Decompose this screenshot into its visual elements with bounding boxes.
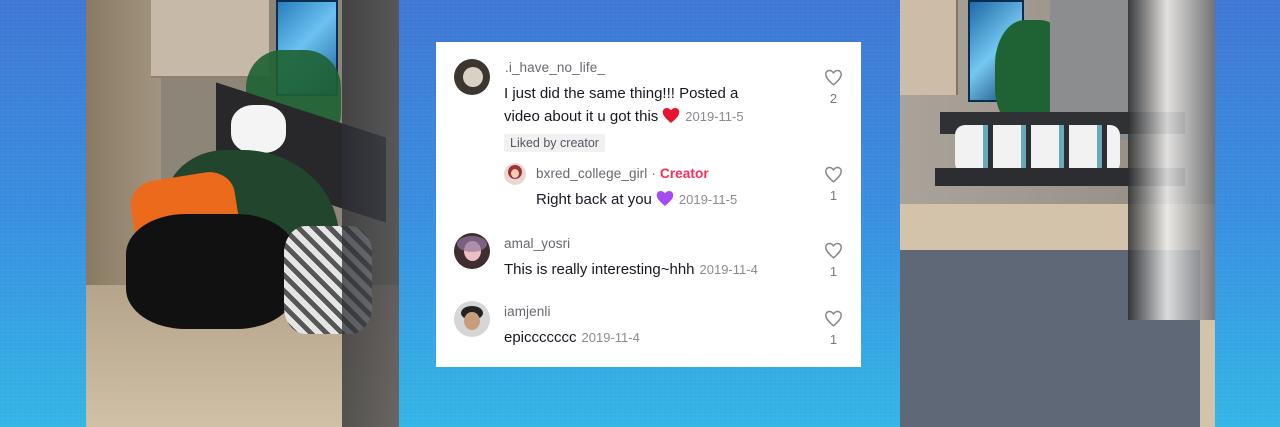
like-control[interactable]: 1 [824,166,843,203]
comment-text-line: epiccccccc 2019-11-4 [504,326,640,349]
user-avatar[interactable] [454,59,490,95]
reply-username-line: bxred_college_girl · Creator [536,166,709,181]
avatar-hair-detail [457,236,487,252]
dark-chair [342,0,399,427]
comment-text-line: This is really interesting~hhh 2019-11-4 [504,258,758,281]
like-count: 2 [829,91,838,106]
avatar-face-detail [463,67,483,87]
comment-date: 2019-11-5 [685,109,744,124]
like-control[interactable]: 1 [824,242,843,279]
comment-text: epiccccccc [504,329,577,346]
like-count: 1 [829,188,838,203]
creator-label: Creator [659,166,709,181]
heart-outline-icon[interactable] [824,310,843,327]
like-control[interactable]: 1 [824,310,843,347]
comment-text: This is really interesting~hhh [504,261,695,278]
heart-outline-icon[interactable] [824,242,843,259]
comment-username[interactable]: iamjenli [504,304,551,319]
reply-username[interactable]: bxred_college_girl [536,166,647,181]
left-closet-photo [86,0,399,427]
reply-date: 2019-11-5 [678,192,738,207]
comment-date: 2019-11-4 [699,262,758,277]
avatar-face-detail [464,312,480,330]
creator-avatar[interactable] [504,163,526,185]
avatar-face-detail [511,169,519,178]
reply-item: bxred_college_girl · Creator Right back at… [436,157,861,222]
like-control[interactable]: 2 [824,69,843,106]
comment-username[interactable]: .i_have_no_life_ [505,60,605,75]
comment-item: amal_yosri This is really interesting~hh… [436,222,861,289]
right-closet-photo [900,0,1215,427]
user-avatar[interactable] [454,301,490,337]
heart-outline-icon[interactable] [824,166,843,183]
storage-box [900,0,958,95]
purple-heart-emoji [656,191,674,206]
comment-username[interactable]: amal_yosri [504,236,570,251]
like-count: 1 [829,264,838,279]
user-avatar[interactable] [454,233,490,269]
comment-text-line-two: video about it u got this [504,108,659,125]
comment-item: .i_have_no_life_ I just did the same thi… [436,42,861,157]
heart-outline-icon[interactable] [824,69,843,86]
liked-by-creator-badge: Liked by creator [504,134,605,152]
red-heart-emoji [663,108,680,123]
white-shoes [231,105,286,153]
comment-date: 2019-11-4 [581,330,640,345]
collage-screen: .i_have_no_life_ I just did the same thi… [0,0,1280,427]
comment-text: I just did the same thing!!! Posted a vi… [504,82,812,128]
black-clothes [126,214,296,329]
reply-text-line: Right back at you 2019-11-5 [536,188,737,211]
comment-card: .i_have_no_life_ I just did the same thi… [436,42,861,367]
hanging-clothes [1128,0,1215,320]
comment-item: iamjenli epiccccccc 2019-11-4 1 [436,289,861,367]
like-count: 1 [829,332,838,347]
separator-dot: · [651,166,656,181]
comment-text-line-one: I just did the same thing!!! Posted a [504,85,739,102]
white-shoes-row [955,125,1120,173]
reply-text: Right back at you [536,191,652,208]
